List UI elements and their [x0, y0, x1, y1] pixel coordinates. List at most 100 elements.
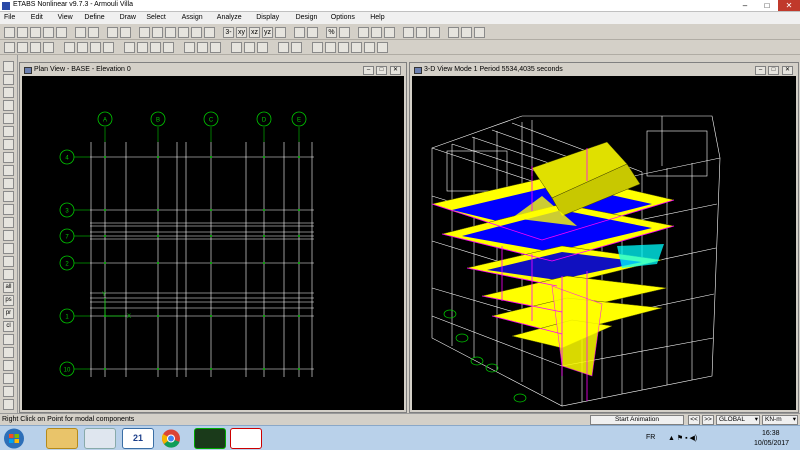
diaphragm-icon[interactable]: [244, 42, 255, 53]
display-table-icon[interactable]: [474, 27, 485, 38]
draw-poly-icon[interactable]: [3, 204, 14, 215]
snap-end-icon[interactable]: [3, 386, 14, 397]
window-close-button[interactable]: ✕: [782, 66, 793, 75]
column-icon[interactable]: [137, 42, 148, 53]
snap-grid-icon[interactable]: [364, 42, 375, 53]
menu-design[interactable]: Design: [296, 14, 318, 21]
snap-perp-icon[interactable]: [3, 399, 14, 410]
3d-mode-shape-drawing[interactable]: [412, 76, 796, 410]
draw-point-icon[interactable]: [3, 87, 14, 98]
perspective-icon[interactable]: [275, 27, 286, 38]
language-indicator[interactable]: FR: [646, 434, 655, 441]
window-close-button[interactable]: ✕: [390, 66, 401, 75]
intersect-icon[interactable]: [3, 347, 14, 358]
load-icon[interactable]: [257, 42, 268, 53]
zoom-all-icon[interactable]: [191, 27, 202, 38]
clear-icon[interactable]: [3, 256, 14, 267]
draw-rect-icon[interactable]: [3, 191, 14, 202]
cl-icon[interactable]: cl: [3, 321, 14, 332]
design-icon[interactable]: [461, 27, 472, 38]
start-animation-button[interactable]: Start Animation: [590, 415, 684, 425]
object-shrink-icon[interactable]: %: [326, 27, 337, 38]
snap-end-icon[interactable]: [312, 42, 323, 53]
plan-drawing[interactable]: A B C D E 4 3 7 2 1 10 X Y: [22, 76, 404, 410]
frame-release-icon[interactable]: [210, 42, 221, 53]
menu-assign[interactable]: Assign: [182, 14, 203, 21]
draw-wall-icon[interactable]: [3, 165, 14, 176]
ps-icon[interactable]: ps: [3, 295, 14, 306]
rotate-icon[interactable]: yz: [262, 27, 273, 38]
down-icon[interactable]: [307, 27, 318, 38]
draw-opening-icon[interactable]: [3, 178, 14, 189]
menu-define[interactable]: Define: [84, 14, 104, 21]
menu-select[interactable]: Select: [146, 14, 165, 21]
opening-icon[interactable]: [184, 42, 195, 53]
display-undeformed-icon[interactable]: [384, 27, 395, 38]
select-all-icon[interactable]: [3, 230, 14, 241]
refresh-icon[interactable]: [120, 27, 131, 38]
pr-icon[interactable]: pr: [3, 308, 14, 319]
set-display-icon[interactable]: [339, 27, 350, 38]
line-icon[interactable]: [43, 42, 54, 53]
member-forces-icon[interactable]: [448, 27, 459, 38]
display-loads-icon[interactable]: [403, 27, 414, 38]
snap-icon[interactable]: [3, 360, 14, 371]
3d-canvas[interactable]: [412, 76, 796, 410]
redo-icon[interactable]: [88, 27, 99, 38]
units-select[interactable]: KN-m ▾: [762, 415, 798, 425]
reshape-icon[interactable]: [17, 42, 28, 53]
etabs-doc-icon[interactable]: [84, 428, 116, 449]
draw-grid-icon[interactable]: [103, 42, 114, 53]
print-icon[interactable]: [43, 27, 54, 38]
display-deformed-icon[interactable]: [416, 27, 427, 38]
point-icon[interactable]: [30, 42, 41, 53]
restore-icon[interactable]: [3, 243, 14, 254]
zoom-in-icon[interactable]: [165, 27, 176, 38]
display-mode-icon[interactable]: [429, 27, 440, 38]
next-mode-button[interactable]: >>: [702, 415, 714, 425]
all-icon[interactable]: all: [3, 282, 14, 293]
snap-mid-icon[interactable]: [3, 373, 14, 384]
print-preview-icon[interactable]: [56, 27, 67, 38]
menu-options[interactable]: Options: [331, 14, 355, 21]
zoom-window-icon[interactable]: [152, 27, 163, 38]
clock-time[interactable]: 16:38: [762, 430, 780, 437]
beam-icon[interactable]: [124, 42, 135, 53]
close-button[interactable]: ✕: [778, 0, 800, 11]
lock-model-icon[interactable]: [371, 27, 382, 38]
menu-edit[interactable]: Edit: [31, 14, 43, 21]
reshape-icon[interactable]: [3, 74, 14, 85]
snap-off-icon[interactable]: [377, 42, 388, 53]
menu-display[interactable]: Display: [256, 14, 279, 21]
menu-file[interactable]: File: [4, 14, 15, 21]
window-minimize-button[interactable]: –: [755, 66, 766, 75]
area-icon[interactable]: [64, 42, 75, 53]
draw-grid-icon[interactable]: [3, 217, 14, 228]
undo-icon[interactable]: [75, 27, 86, 38]
coordinate-system-select[interactable]: GLOBAL ▾: [716, 415, 760, 425]
menu-help[interactable]: Help: [370, 14, 384, 21]
up-icon[interactable]: [294, 27, 305, 38]
section-icon[interactable]: [77, 42, 88, 53]
snap-mid-icon[interactable]: [291, 42, 302, 53]
snap-perpendicular-icon[interactable]: [338, 42, 349, 53]
new-icon[interactable]: [4, 27, 15, 38]
window-maximize-button[interactable]: □: [768, 66, 779, 75]
menu-draw[interactable]: Draw: [120, 14, 136, 21]
pattern-icon[interactable]: [3, 269, 14, 280]
menu-view[interactable]: View: [58, 14, 73, 21]
maximize-button[interactable]: □: [756, 0, 778, 11]
3d-view-icon[interactable]: 3-d: [223, 27, 234, 38]
minimize-button[interactable]: –: [734, 0, 756, 11]
calendar-icon[interactable]: 21: [122, 428, 154, 449]
elevation-view-icon[interactable]: xz: [249, 27, 260, 38]
3d-view-window[interactable]: 3-D View Mode 1 Period 5534,4035 seconds…: [409, 62, 799, 413]
menu-analyze[interactable]: Analyze: [217, 14, 242, 21]
brace-icon[interactable]: [150, 42, 161, 53]
windows-start-icon[interactable]: [2, 428, 26, 449]
snap-line-icon[interactable]: [351, 42, 362, 53]
save-icon[interactable]: [30, 27, 41, 38]
select-icon[interactable]: [4, 42, 15, 53]
clock-date[interactable]: 10/05/2017: [754, 440, 789, 447]
run-analysis-icon[interactable]: [358, 27, 369, 38]
